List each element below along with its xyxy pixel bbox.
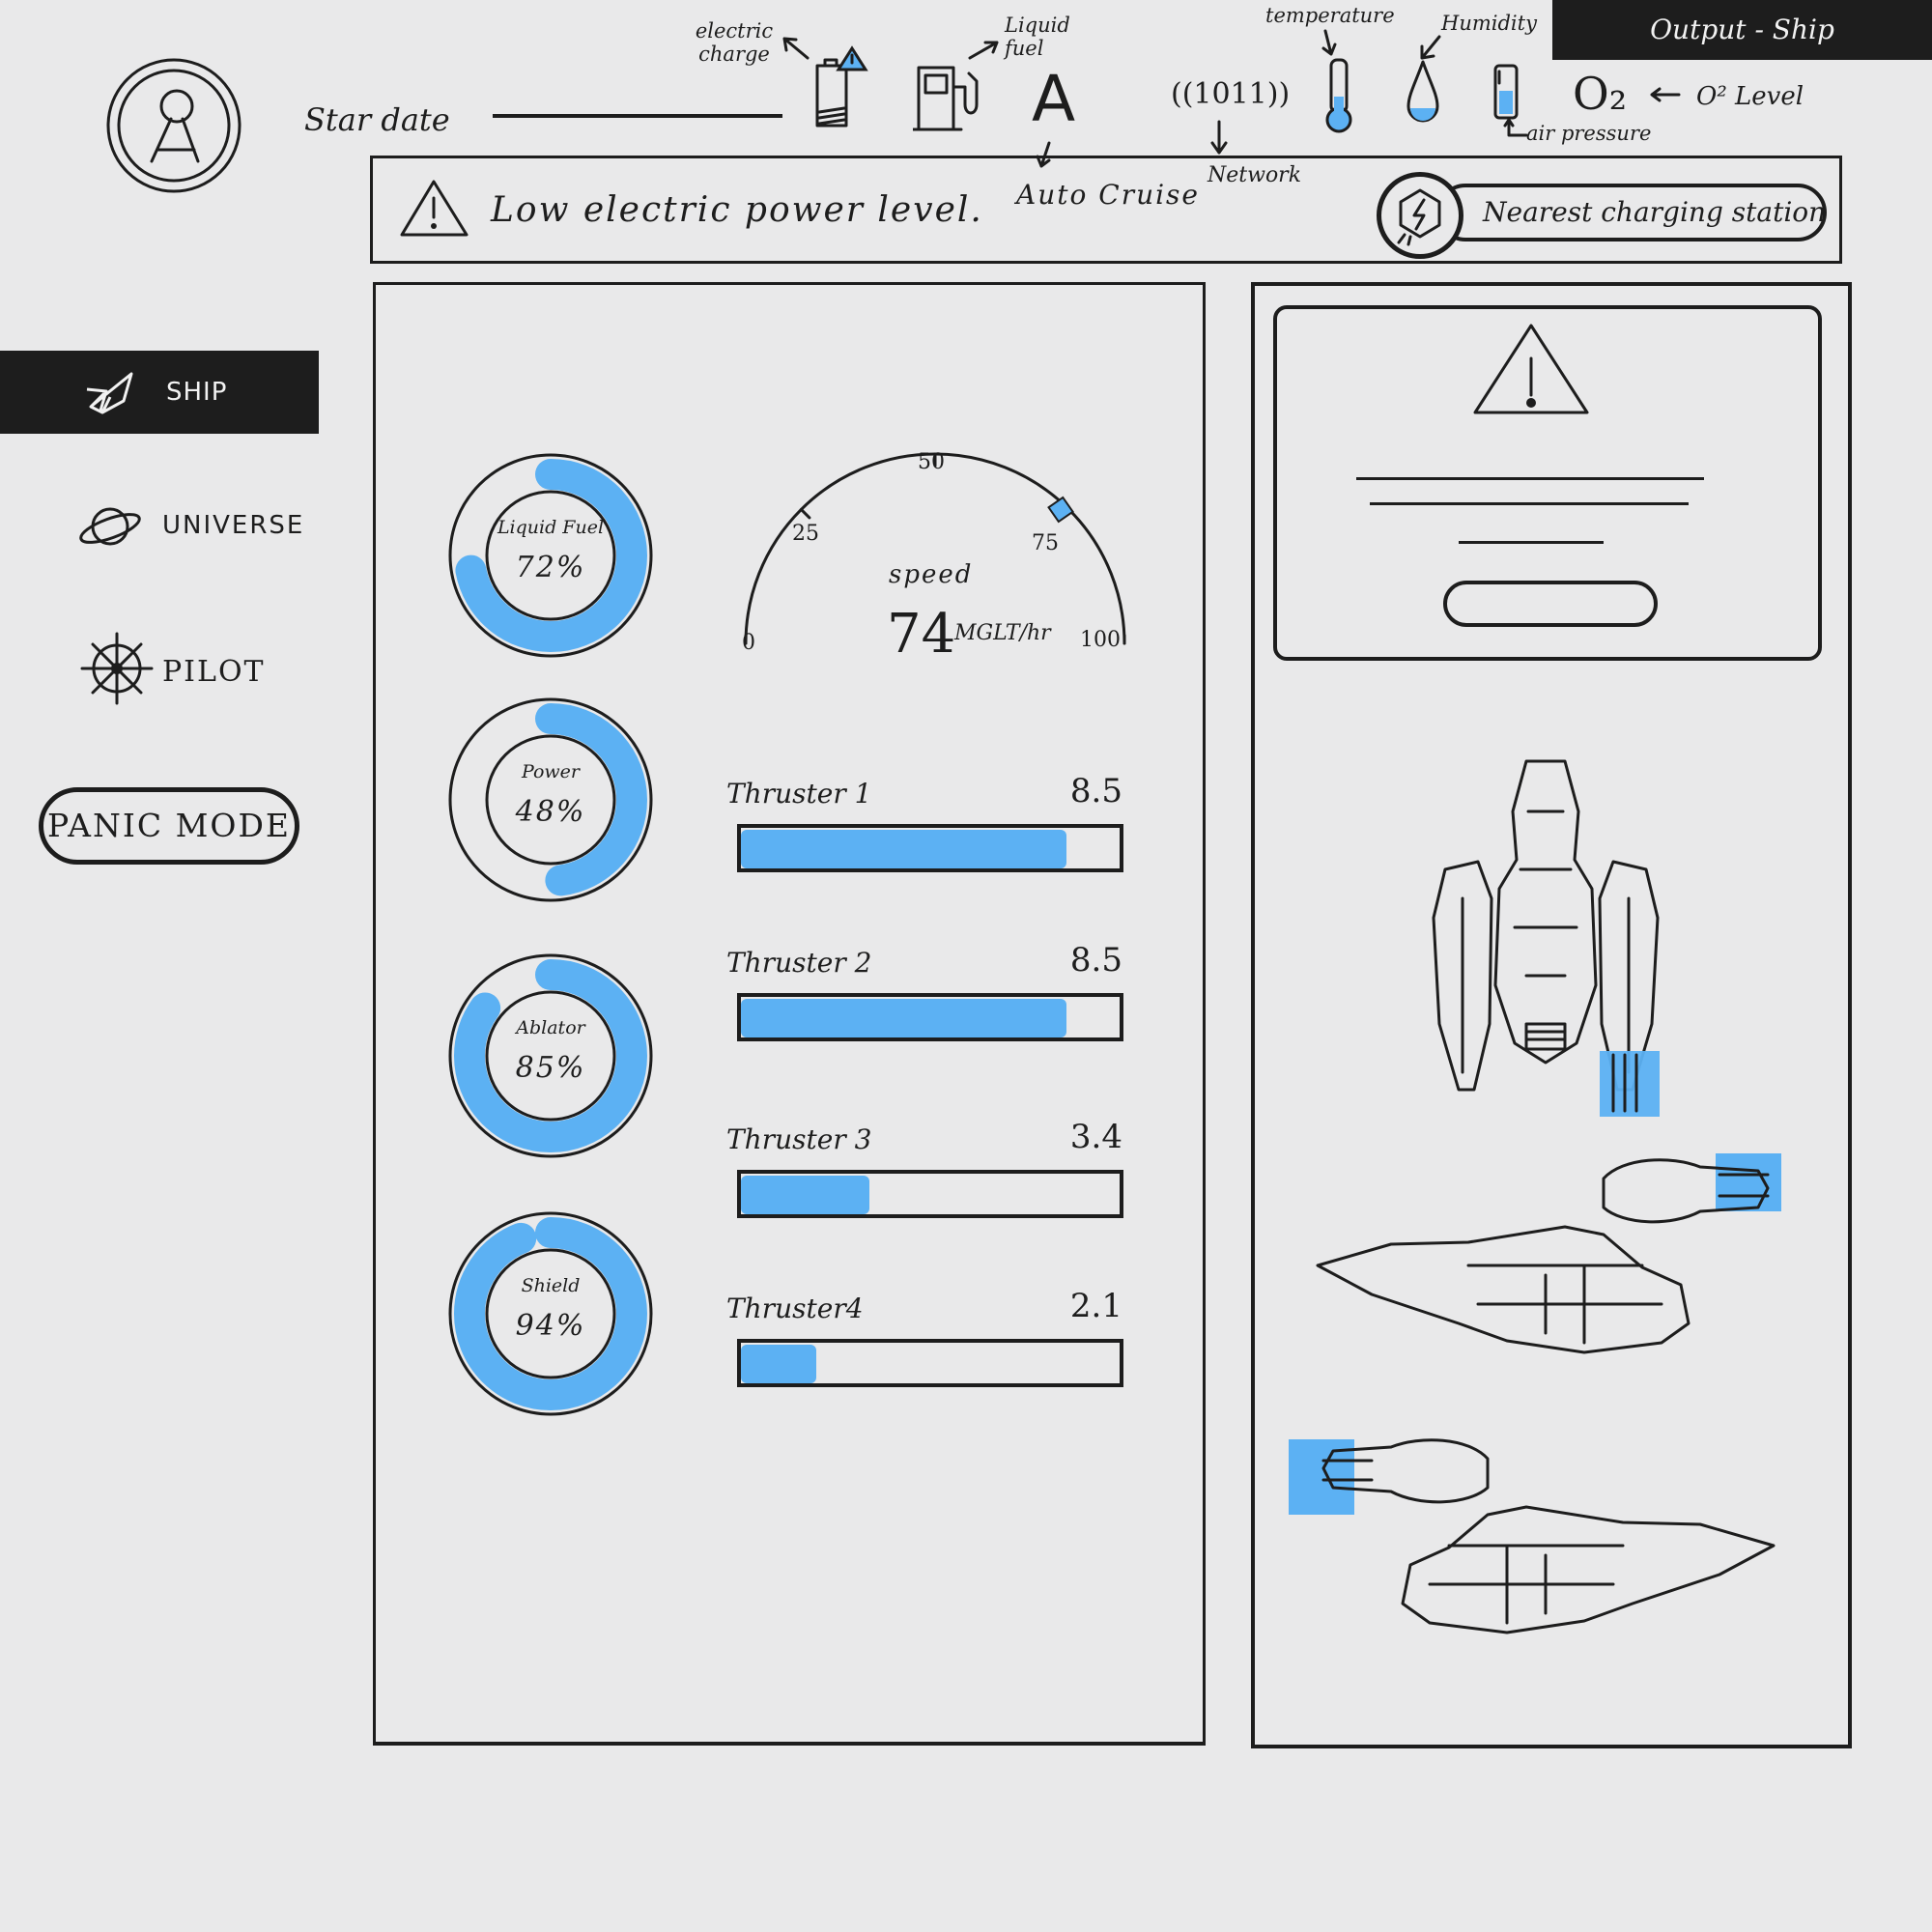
gauge-name: Power [521, 761, 581, 782]
gauge-name: Shield [521, 1275, 581, 1296]
gauge-value: 85% [515, 1051, 586, 1085]
temperature-annotation: temperature [1265, 4, 1395, 27]
sidebar-item-ship[interactable]: SHIP [0, 351, 319, 434]
arrow-icon [1321, 29, 1337, 56]
gauge-name: Ablator [516, 1017, 585, 1038]
thruster-bar-fill [741, 1176, 870, 1214]
sidebar-item-label: SHIP [166, 378, 228, 407]
speed-label: speed [889, 560, 974, 589]
thruster-name: Thruster 3 [726, 1123, 872, 1155]
electric-charge-annotation: electric charge [695, 19, 774, 66]
dialog-text-line [1370, 502, 1689, 505]
stardate-label: Star date [304, 101, 450, 138]
output-ship-tag: Output - Ship [1552, 0, 1932, 60]
gauge-value: 94% [515, 1309, 586, 1343]
dialog-text-line [1356, 477, 1704, 480]
auto-cruise-icon[interactable]: A [1032, 62, 1075, 136]
thruster-value: 8.5 [1069, 941, 1122, 980]
thruster-name: Thruster4 [726, 1293, 864, 1324]
thruster-bar[interactable] [737, 824, 1123, 872]
thruster-value: 3.4 [1069, 1118, 1122, 1156]
warning-icon [400, 180, 469, 237]
air-pressure-icon[interactable] [1490, 62, 1524, 124]
speed-tick-75: 75 [1032, 531, 1059, 555]
gauge-value: 48% [515, 795, 586, 829]
sidebar-item-pilot[interactable]: PILOT [0, 628, 319, 705]
thruster-value: 8.5 [1069, 772, 1122, 810]
dialog-warning-icon [1473, 324, 1589, 414]
thruster-bar-fill [741, 1345, 817, 1383]
speed-value: 74 [887, 603, 956, 666]
rocket-icon [86, 372, 133, 414]
arrow-icon [1650, 87, 1681, 102]
liquid-fuel-annotation: Liquid fuel [1005, 14, 1070, 60]
speed-tick-50: 50 [918, 450, 945, 474]
arrow-icon [968, 41, 999, 60]
gauge-value: 72% [515, 551, 586, 584]
fuel-pump-icon[interactable] [913, 62, 990, 135]
humidity-annotation: Humidity [1441, 12, 1537, 35]
thruster-bar[interactable] [737, 1339, 1123, 1387]
thruster-name: Thruster 2 [726, 947, 872, 979]
speed-tick-100: 100 [1080, 628, 1121, 652]
speed-unit: MGLT/hr [954, 621, 1051, 645]
speed-tick-25: 25 [792, 522, 819, 546]
ship-top-view[interactable] [1420, 753, 1671, 1121]
arrow-icon [1503, 118, 1528, 137]
charging-station-icon[interactable] [1377, 172, 1463, 259]
network-icon[interactable]: ((1011)) [1171, 77, 1290, 111]
dialog-text-line [1459, 541, 1604, 544]
battery-icon[interactable] [811, 44, 869, 131]
panic-mode-button[interactable]: PANIC MODE [39, 787, 299, 865]
thruster-bar[interactable] [737, 993, 1123, 1041]
planet-icon [79, 507, 141, 546]
nearest-charging-station-label: Nearest charging station [1483, 196, 1827, 228]
dialog-action-button[interactable] [1443, 581, 1658, 627]
gauge-name: Liquid Fuel [497, 517, 605, 538]
stardate-field[interactable] [493, 114, 782, 118]
sidebar-item-label: UNIVERSE [162, 511, 305, 540]
thruster-bar-fill [741, 830, 1067, 868]
air-pressure-annotation: air pressure [1526, 122, 1652, 145]
arrow-icon [1210, 120, 1228, 155]
thruster-bar-fill [741, 999, 1067, 1037]
logo-icon [106, 58, 242, 193]
ship-side-view[interactable] [1314, 1150, 1806, 1372]
sidebar-item-universe[interactable]: UNIVERSE [0, 488, 319, 565]
o2-level-icon[interactable]: O₂ [1573, 68, 1627, 120]
thruster-name: Thruster 1 [726, 778, 872, 810]
sidebar-item-label: PILOT [162, 655, 266, 689]
ship-wheel-icon [80, 632, 154, 705]
thruster-value: 2.1 [1069, 1287, 1122, 1325]
ship-rear-view[interactable] [1285, 1430, 1777, 1652]
speed-tick-0: 0 [742, 631, 755, 655]
humidity-drop-icon[interactable] [1403, 58, 1443, 126]
alert-message: Low electric power level. [491, 190, 983, 230]
o2-level-annotation: O² Level [1696, 82, 1804, 111]
thermometer-icon[interactable] [1316, 56, 1364, 135]
thruster-bar[interactable] [737, 1170, 1123, 1218]
